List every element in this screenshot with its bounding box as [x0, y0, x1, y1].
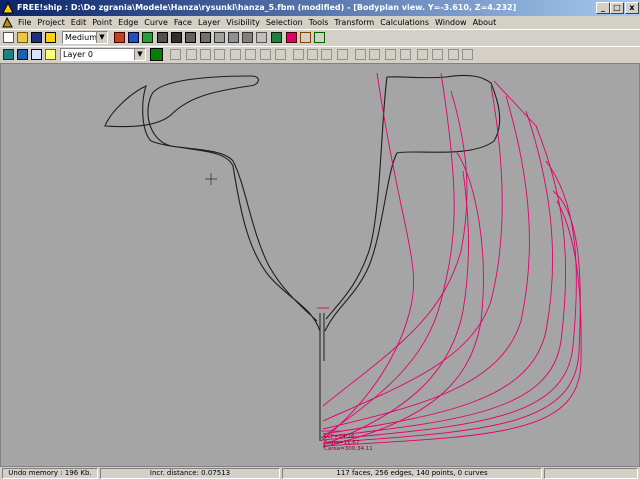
- new-edge-icon[interactable]: [275, 49, 286, 60]
- waterlines-icon[interactable]: [271, 32, 282, 43]
- crease-edge-icon[interactable]: [337, 49, 348, 60]
- new-curve-icon[interactable]: [385, 49, 396, 60]
- hull-drawing: LCF=24.28 Fsum=11.67 Carea=300.34.11: [104, 72, 582, 452]
- menu-edge[interactable]: Edge: [115, 16, 141, 29]
- menu-face[interactable]: Face: [171, 16, 195, 29]
- intersect-icon[interactable]: [230, 49, 241, 60]
- main-toolbar: Medium ▼: [0, 29, 640, 46]
- split-edge-icon[interactable]: [307, 49, 318, 60]
- menu-bar: File Project Edit Point Edge Curve Face …: [0, 16, 640, 29]
- menu-point[interactable]: Point: [89, 16, 115, 29]
- add-control-curve-icon[interactable]: [400, 49, 411, 60]
- extrude-edge-icon[interactable]: [293, 49, 304, 60]
- menu-transform[interactable]: Transform: [331, 16, 377, 29]
- document-icon[interactable]: [2, 16, 13, 28]
- new-layer-icon[interactable]: [31, 49, 42, 60]
- menu-file[interactable]: File: [15, 16, 34, 29]
- move-point-icon[interactable]: [186, 49, 197, 60]
- lock-point-icon[interactable]: [245, 49, 256, 60]
- flip-face-icon[interactable]: [369, 49, 380, 60]
- normals-icon[interactable]: [314, 32, 325, 43]
- import-icon[interactable]: [45, 32, 56, 43]
- grid-icon[interactable]: [114, 32, 125, 43]
- hull-outline-right: [324, 74, 501, 332]
- station-line-6: [322, 160, 577, 441]
- layer-toolbar: Layer 0 ▼: [0, 46, 640, 63]
- status-bar: Undo memory : 196 Kb. Incr. distance: 0.…: [0, 467, 640, 480]
- curvature-icon[interactable]: [171, 32, 182, 43]
- status-panel-empty: [544, 468, 638, 479]
- undo-memory-status: Undo memory : 196 Kb.: [2, 468, 98, 479]
- curves-icon[interactable]: [300, 32, 311, 43]
- station-line-7: [322, 190, 581, 444]
- menu-about[interactable]: About: [470, 16, 500, 29]
- title-bar: FREE!ship : D:\Do zgrania\Modele\Hanza\r…: [0, 0, 640, 16]
- menu-window[interactable]: Window: [432, 16, 470, 29]
- chevron-down-icon[interactable]: ▼: [96, 32, 107, 43]
- menu-curve[interactable]: Curve: [141, 16, 171, 29]
- menu-edit[interactable]: Edit: [68, 16, 90, 29]
- new-point-icon[interactable]: [170, 49, 181, 60]
- surface-icon[interactable]: [142, 32, 153, 43]
- interior-edges-icon[interactable]: [228, 32, 239, 43]
- increment-distance-status: Incr. distance: 0.07513: [100, 468, 280, 479]
- layer-visibility-icon[interactable]: [45, 49, 56, 60]
- collapse-point-icon[interactable]: [200, 49, 211, 60]
- save-icon[interactable]: [31, 32, 42, 43]
- menu-calculations[interactable]: Calculations: [377, 16, 432, 29]
- app-icon: [2, 1, 14, 14]
- stations-icon[interactable]: [242, 32, 253, 43]
- annotation-block: LCF=24.28 Fsum=11.67 Carea=300.34.11: [321, 430, 373, 452]
- active-layer-select[interactable]: Layer 0 ▼: [60, 48, 146, 61]
- menu-project[interactable]: Project: [34, 16, 67, 29]
- station-line-5: [322, 125, 567, 438]
- station-line-2: [322, 85, 503, 422]
- collapse-edge-icon[interactable]: [321, 49, 332, 60]
- bodyplan-viewport[interactable]: LCF=24.28 Fsum=11.67 Carea=300.34.11: [0, 63, 640, 467]
- station-line-10: [322, 170, 469, 446]
- mirror-icon[interactable]: [432, 49, 443, 60]
- unlock-point-icon[interactable]: [260, 49, 271, 60]
- chevron-down-icon[interactable]: ▼: [134, 49, 145, 60]
- geometry-count-status: 117 faces, 256 edges, 140 points, 0 curv…: [282, 468, 542, 479]
- station-line-13: [493, 80, 538, 128]
- maximize-button[interactable]: □: [610, 2, 624, 14]
- rotate-icon[interactable]: [448, 49, 459, 60]
- layer-color-swatch[interactable]: [150, 48, 163, 61]
- window-title: FREE!ship : D:\Do zgrania\Modele\Hanza\r…: [17, 3, 517, 12]
- shade-icon[interactable]: [157, 32, 168, 43]
- station-line-12: [320, 72, 455, 439]
- scale-icon[interactable]: [462, 49, 473, 60]
- station-lines: [317, 72, 582, 448]
- buttocks-icon[interactable]: [256, 32, 267, 43]
- menu-selection[interactable]: Selection: [263, 16, 306, 29]
- new-file-icon[interactable]: [3, 32, 14, 43]
- precision-select[interactable]: Medium ▼: [62, 31, 108, 44]
- open-file-icon[interactable]: [17, 32, 28, 43]
- mesh-icon[interactable]: [128, 32, 139, 43]
- menu-layer[interactable]: Layer: [195, 16, 223, 29]
- layer-icon[interactable]: [17, 49, 28, 60]
- layer-properties-icon[interactable]: [3, 49, 14, 60]
- new-face-icon[interactable]: [355, 49, 366, 60]
- precision-value: Medium: [65, 33, 97, 42]
- close-button[interactable]: x: [625, 2, 639, 14]
- flowlines-icon[interactable]: [200, 32, 211, 43]
- control-net-icon[interactable]: [214, 32, 225, 43]
- annotation-carea: Carea=300.34.11: [324, 446, 373, 452]
- insert-plane-icon[interactable]: [214, 49, 225, 60]
- station-line-4: [322, 110, 554, 435]
- zebra-icon[interactable]: [185, 32, 196, 43]
- hull-outline-left: [104, 75, 321, 332]
- remove-curve-icon[interactable]: [417, 49, 428, 60]
- menu-tools[interactable]: Tools: [306, 16, 332, 29]
- menu-visibility[interactable]: Visibility: [223, 16, 263, 29]
- active-layer-value: Layer 0: [63, 50, 93, 59]
- minimize-button[interactable]: _: [596, 2, 610, 14]
- diagonals-icon[interactable]: [286, 32, 297, 43]
